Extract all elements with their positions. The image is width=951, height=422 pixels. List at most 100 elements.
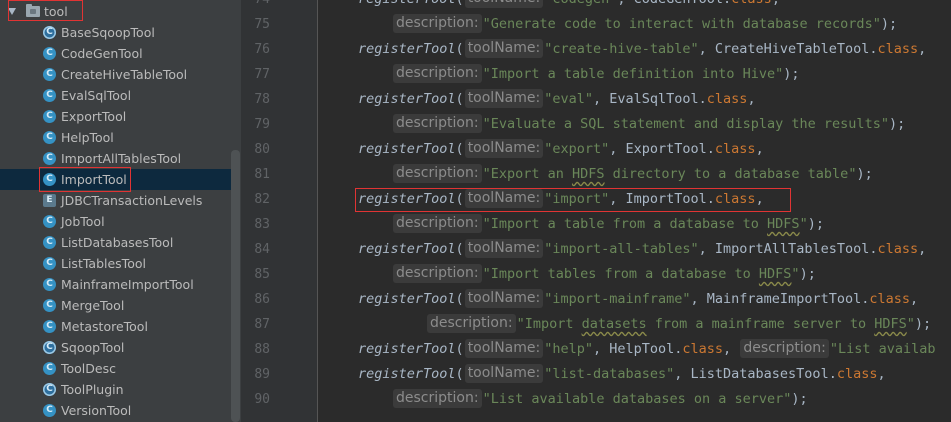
class-icon: C — [43, 110, 56, 123]
code-text: , MainframeImportTool. — [690, 291, 870, 307]
code-text: ( — [455, 341, 464, 357]
code-line[interactable]: description: "Evaluate a SQL statement an… — [392, 112, 905, 137]
code-line[interactable]: registerTool(toolName: "export", ExportTo… — [358, 137, 764, 162]
param-hint: description: — [740, 339, 829, 358]
code-text: ( — [455, 41, 464, 57]
string-literal: "Import — [516, 316, 582, 332]
tree-item-evalsqltool[interactable]: C EvalSqlTool — [0, 85, 231, 106]
param-hint: toolName: — [464, 289, 544, 308]
tree-item-helptool[interactable]: C HelpTool — [0, 127, 231, 148]
param-hint: toolName: — [464, 0, 544, 8]
method-call: registerTool — [358, 91, 456, 107]
code-text: ); — [807, 216, 824, 232]
code-line[interactable]: registerTool(toolName: "import", ImportTo… — [358, 187, 764, 212]
tree-item-tooldesc[interactable]: C ToolDesc — [0, 358, 231, 379]
code-line[interactable]: description: "Import a table definition i… — [392, 62, 800, 87]
code-line[interactable]: description: "Generate code to interact w… — [392, 12, 897, 37]
tree-item-mainframeimporttool[interactable]: C MainframeImportTool — [0, 274, 231, 295]
tree-item-label: EvalSqlTool — [61, 88, 132, 103]
tree-item-mergetool[interactable]: C MergeTool — [0, 295, 231, 316]
tree-item-jobtool[interactable]: C JobTool — [0, 211, 231, 232]
line-number: 82 — [254, 192, 270, 207]
keyword: class — [714, 141, 756, 157]
code-text: , CodeGenTool. — [617, 0, 731, 7]
param-hint: toolName: — [464, 239, 544, 258]
code-editor[interactable]: registerTool(toolName:"codegen", CodeGen… — [318, 0, 951, 422]
code-line[interactable]: description: "Import datasets from a main… — [426, 312, 931, 337]
line-number: 87 — [254, 317, 270, 332]
string-literal: "help" — [544, 341, 593, 357]
spellcheck-word: HDFS — [874, 316, 907, 332]
class-icon: C — [43, 299, 56, 312]
param-hint: toolName: — [464, 89, 544, 108]
tree-item-codegentool[interactable]: C CodeGenTool — [0, 43, 231, 64]
code-line[interactable]: registerTool(toolName: "eval", EvalSqlToo… — [358, 87, 756, 112]
code-text: ( — [456, 0, 464, 7]
class-icon: C — [43, 47, 56, 60]
code-text: ); — [799, 266, 816, 282]
keyword: class — [877, 41, 919, 57]
code-text: ); — [783, 66, 800, 82]
param-hint: toolName: — [464, 139, 544, 158]
expand-arrow-icon[interactable] — [8, 8, 16, 15]
tree-item-label: ListDatabasesTool — [61, 235, 174, 250]
tree-item-importtool[interactable]: C ImportTool — [0, 169, 231, 190]
string-literal: "Evaluate a SQL statement and display th… — [482, 116, 889, 132]
string-literal: "import" — [544, 191, 610, 207]
code-line[interactable]: registerTool(toolName: "import-all-tables… — [358, 237, 926, 262]
code-line[interactable]: registerTool(toolName:"codegen", CodeGen… — [358, 0, 780, 12]
tree-item-toolplugin[interactable]: C ToolPlugin — [0, 379, 231, 400]
code-line[interactable]: description: "Import tables from a databa… — [392, 262, 816, 287]
line-number: 77 — [254, 67, 270, 82]
string-literal: "Import a table from a database to — [482, 216, 768, 232]
code-line[interactable]: registerTool(toolName: "import-mainframe"… — [358, 287, 918, 312]
tree-item-listdatabasestool[interactable]: C ListDatabasesTool — [0, 232, 231, 253]
class-icon: C — [43, 278, 56, 291]
string-literal: "Import tables from a database to — [482, 266, 759, 282]
line-number: 84 — [254, 242, 270, 257]
string-literal: "List available databases on a server" — [482, 391, 792, 407]
method-call: registerTool — [358, 141, 456, 157]
code-text: ); — [791, 391, 808, 407]
code-text: ); — [914, 316, 932, 332]
method-call: registerTool — [358, 0, 456, 7]
code-line[interactable]: registerTool(toolName: "create-hive-table… — [358, 37, 926, 62]
code-line[interactable]: description: "List available databases on… — [392, 387, 808, 412]
tree-item-basesqooptool[interactable]: C BaseSqoopTool — [0, 22, 231, 43]
tree-item-versiontool[interactable]: C VersionTool — [0, 400, 231, 421]
code-line[interactable]: registerTool(toolName: "list-databases", … — [358, 362, 886, 387]
code-text: , — [723, 341, 740, 357]
line-number: 80 — [254, 142, 270, 157]
code-line[interactable]: registerTool(toolName: "help", HelpTool.c… — [358, 337, 936, 362]
code-text: ( — [455, 366, 464, 382]
tree-item-metastoretool[interactable]: C MetastoreTool — [0, 316, 231, 337]
code-line[interactable]: description: "Export an HDFS directory to… — [392, 162, 873, 187]
string-literal: "list-databases" — [544, 366, 675, 382]
line-number: 88 — [254, 342, 270, 357]
tree-item-label: SqoopTool — [61, 340, 125, 355]
class-icon: C — [43, 257, 56, 270]
tree-item-listtablestool[interactable]: C ListTablesTool — [0, 253, 231, 274]
class-icon: C — [43, 404, 56, 417]
tree-item-sqooptool[interactable]: C SqoopTool — [0, 337, 231, 358]
param-hint: description: — [393, 114, 482, 133]
code-text: , ImportAllTablesTool. — [698, 241, 878, 257]
keyword: class — [869, 291, 910, 307]
line-number: 83 — [254, 217, 270, 232]
tree-item-importalltablestool[interactable]: C ImportAllTablesTool — [0, 148, 231, 169]
code-text: , — [918, 41, 927, 57]
tree-item-jdbctransactionlevels[interactable]: E JDBCTransactionLevels — [0, 190, 231, 211]
method-call: registerTool — [358, 291, 456, 307]
tree-item-label: ExportTool — [61, 109, 127, 124]
tree-folder-tool[interactable]: tool — [0, 1, 231, 22]
code-text: , — [755, 191, 764, 207]
code-text: ( — [455, 291, 464, 307]
code-line[interactable]: description: "Import a table from a datab… — [392, 212, 824, 237]
string-literal: " — [799, 216, 808, 232]
spellcheck-word: HDFS — [571, 166, 605, 182]
line-number-gutter: 7475767778798081828384858687888990 — [241, 0, 318, 422]
tree-item-exporttool[interactable]: C ExportTool — [0, 106, 231, 127]
code-text: , — [909, 291, 919, 307]
tree-item-createhivetabletool[interactable]: C CreateHiveTableTool — [0, 64, 231, 85]
tree-item-label: CreateHiveTableTool — [61, 67, 188, 82]
